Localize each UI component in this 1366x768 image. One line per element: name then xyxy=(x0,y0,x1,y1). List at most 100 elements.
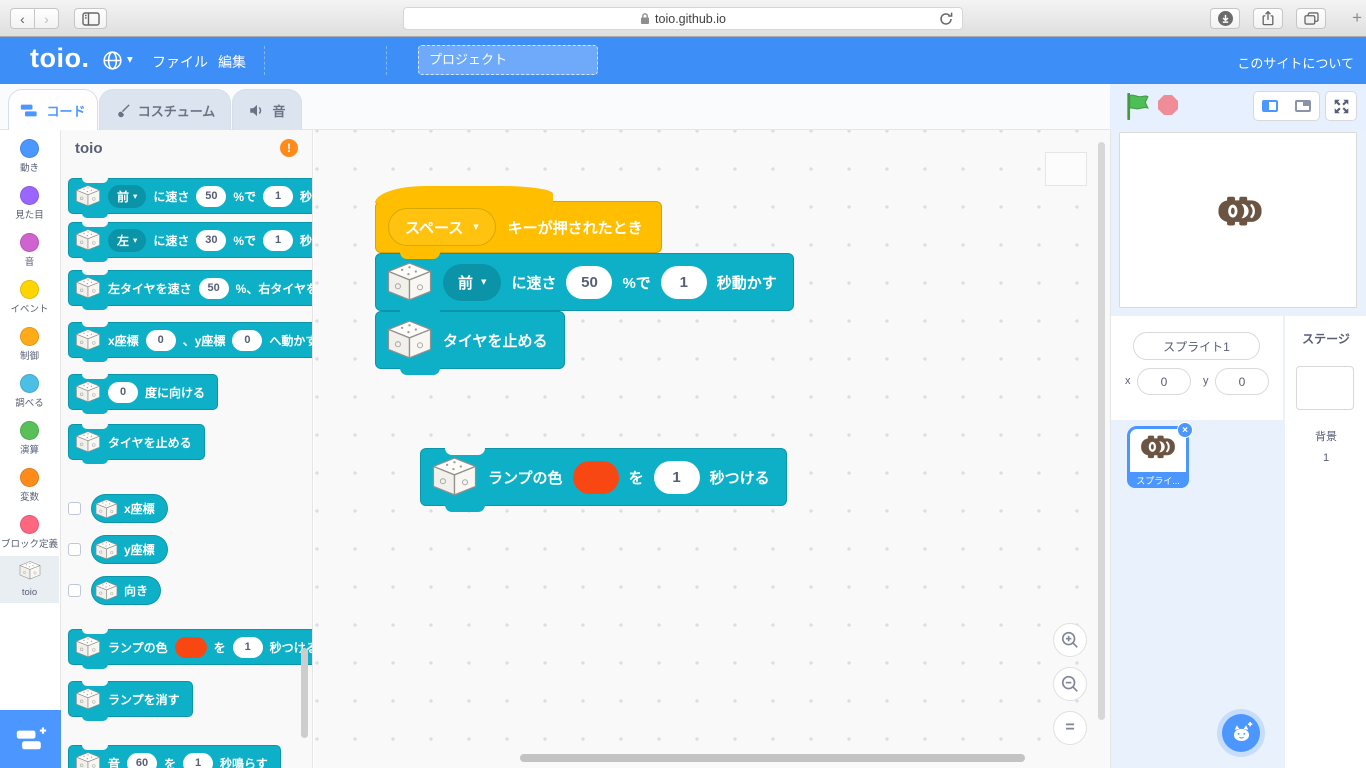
block-number-input[interactable]: 50 xyxy=(566,265,613,299)
block-reporter[interactable]: x座標 xyxy=(91,494,168,523)
block-stack[interactable]: タイヤを止める xyxy=(68,424,205,464)
project-name-input[interactable]: プロジェクト xyxy=(418,45,598,75)
category-見た目[interactable]: 見た目 xyxy=(0,180,59,227)
new-tab-button[interactable]: + xyxy=(1352,8,1362,28)
add-extension-button[interactable] xyxy=(0,710,61,768)
block-dropdown[interactable]: 左 ▾ xyxy=(108,228,147,252)
zoom-out-icon xyxy=(1061,675,1078,692)
category-調べる[interactable]: 調べる xyxy=(0,368,59,415)
horizontal-scrollbar[interactable] xyxy=(520,754,1025,762)
category-label: 調べる xyxy=(15,398,44,409)
block-number-input[interactable]: 60 xyxy=(127,752,158,768)
category-color-dot xyxy=(20,374,39,393)
block-dropdown[interactable]: 前 ▾ xyxy=(443,263,502,301)
category-動き[interactable]: 動き xyxy=(0,133,59,180)
block-text: 左タイヤを速さ xyxy=(108,281,192,296)
block-stack[interactable]: 音 60 を 1 秒鳴らす xyxy=(68,745,281,768)
tab-sounds[interactable]: 音 xyxy=(232,89,302,130)
block-text: へ動かす xyxy=(269,333,313,348)
browser-forward-button[interactable]: › xyxy=(34,8,59,29)
block-text: %で xyxy=(233,189,257,204)
block-dropdown[interactable]: スペース ▾ xyxy=(388,208,496,246)
language-selector[interactable]: ▾ xyxy=(102,50,133,71)
category-変数[interactable]: 変数 xyxy=(0,462,59,509)
block-stack[interactable]: 左タイヤを速さ 50 %、右タイヤを速さ xyxy=(68,270,312,310)
about-site-link[interactable]: このサイトについて xyxy=(1237,53,1354,72)
block-number-input[interactable]: 0 xyxy=(145,329,176,351)
delete-sprite-button[interactable]: × xyxy=(1177,422,1193,438)
block-stack[interactable]: タイヤを止める xyxy=(375,311,565,375)
block-stack[interactable]: ランプの色を 1 秒つける xyxy=(420,448,787,512)
category-音[interactable]: 音 xyxy=(0,227,59,274)
block-number-input[interactable]: 1 xyxy=(232,636,263,658)
toio-cube-icon xyxy=(75,329,101,351)
block-stack[interactable]: 前▾に速さ50%で1秒動かす xyxy=(68,178,312,218)
block-checkbox[interactable] xyxy=(68,543,81,556)
menu-edit[interactable]: 編集 xyxy=(218,52,246,72)
toio-cube-icon xyxy=(75,688,101,710)
block-color-input[interactable] xyxy=(174,636,207,658)
block-text: 向き xyxy=(124,584,149,598)
tab-code[interactable]: コード xyxy=(8,89,98,130)
tab-costumes[interactable]: コスチューム xyxy=(99,89,231,130)
zoom-in-button[interactable] xyxy=(1053,623,1087,657)
small-stage-layout-button[interactable] xyxy=(1253,91,1287,121)
sprite-name-input[interactable]: スプライト1 xyxy=(1133,332,1260,360)
sidebar-toggle-button[interactable] xyxy=(74,8,107,29)
block-number-input[interactable]: 50 xyxy=(198,277,229,299)
block-number-input[interactable]: 0 xyxy=(232,329,263,351)
fullscreen-button[interactable] xyxy=(1325,91,1357,121)
block-number-input[interactable]: 1 xyxy=(660,265,707,299)
menu-file[interactable]: ファイル xyxy=(152,52,208,72)
zoom-in-icon xyxy=(1061,631,1078,648)
address-bar[interactable]: toio.github.io xyxy=(403,7,963,30)
add-sprite-button[interactable] xyxy=(1222,714,1260,752)
block-reporter[interactable]: 向き xyxy=(91,576,162,605)
normal-stage-layout-button[interactable] xyxy=(1286,91,1320,121)
block-number-input[interactable]: 1 xyxy=(263,229,294,251)
block-checkbox[interactable] xyxy=(68,502,81,515)
block-text: タイヤを止める xyxy=(443,332,548,350)
green-flag-button[interactable] xyxy=(1124,92,1150,125)
block-stack[interactable]: 左▾ に速さ 30 %で 1 秒回す xyxy=(68,222,312,262)
block-color-input[interactable] xyxy=(572,460,619,494)
sprite-x-input[interactable]: 0 xyxy=(1137,368,1191,395)
block-hat[interactable]: スペース ▾ キーが押されたとき xyxy=(375,186,662,259)
stage-selector-panel[interactable]: ステージ 背景 1 xyxy=(1285,316,1366,768)
category-制御[interactable]: 制御 xyxy=(0,321,59,368)
category-toio[interactable]: toio xyxy=(0,556,59,603)
palette-row: 音 60 を 1 秒鳴らす xyxy=(68,745,281,768)
block-number-input[interactable]: 1 xyxy=(263,185,294,207)
block-number-input[interactable]: 1 xyxy=(183,752,214,768)
tab-overview-button[interactable] xyxy=(1296,8,1326,29)
downloads-button[interactable] xyxy=(1210,8,1240,29)
block-number-input[interactable]: 0 xyxy=(108,381,138,403)
block-number-input[interactable]: 1 xyxy=(653,460,700,494)
block-reporter[interactable]: y座標 xyxy=(91,535,168,564)
zoom-reset-button[interactable]: = xyxy=(1053,711,1087,745)
block-checkbox[interactable] xyxy=(68,584,81,597)
zoom-out-button[interactable] xyxy=(1053,667,1087,701)
browser-back-button[interactable]: ‹ xyxy=(10,8,35,29)
stop-button[interactable] xyxy=(1158,95,1178,115)
palette-scrollbar[interactable] xyxy=(301,648,308,738)
vertical-scrollbar[interactable] xyxy=(1098,142,1105,720)
block-stack[interactable]: ランプの色を 1 秒つける xyxy=(68,629,312,669)
reload-button[interactable] xyxy=(938,11,954,30)
code-workspace[interactable]: スペース ▾ キーが押されたとき前 ▾ に速さ 50 %で 1 秒動かすタイヤを止めるランプの色… xyxy=(314,130,1110,768)
category-演算[interactable]: 演算 xyxy=(0,415,59,462)
category-イベント[interactable]: イベント xyxy=(0,274,59,321)
block-stack[interactable]: x座標 0 、y座標 0 へ動かす xyxy=(68,322,313,362)
category-ブロック定義[interactable]: ブロック定義 xyxy=(0,509,59,556)
block-number-input[interactable]: 30 xyxy=(196,229,227,251)
share-button[interactable] xyxy=(1253,8,1283,29)
sprite-thumbnail[interactable]: × スプライ... xyxy=(1127,422,1193,488)
backdrop-thumbnail[interactable] xyxy=(1296,366,1354,410)
block-stack[interactable]: 0 度に向ける xyxy=(68,374,219,414)
block-number-input[interactable]: 50 xyxy=(196,185,227,207)
block-stack[interactable]: ランプを消す xyxy=(68,681,193,721)
sprite-y-input[interactable]: 0 xyxy=(1215,368,1269,395)
toio-robot-sprite[interactable] xyxy=(1217,196,1263,226)
block-stack[interactable]: 前▾に速さ50%で1秒動かす xyxy=(375,253,794,317)
block-dropdown[interactable]: 前 ▾ xyxy=(108,184,147,208)
